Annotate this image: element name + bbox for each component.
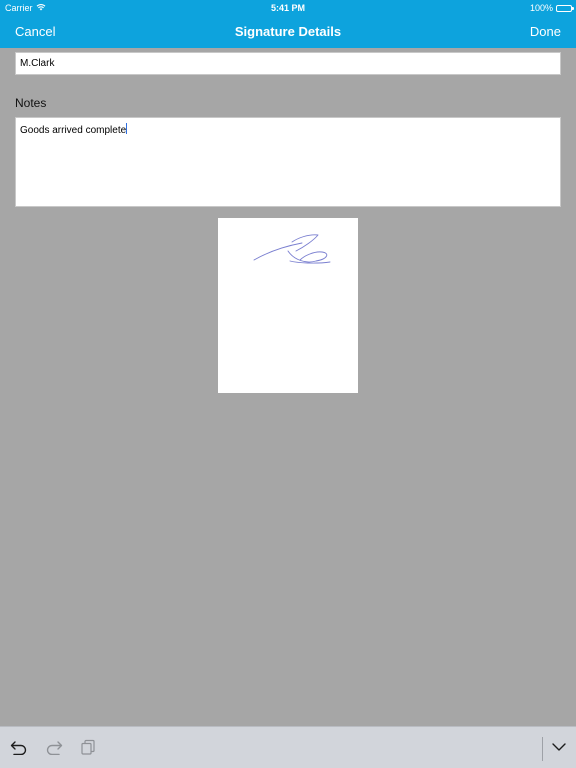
signature-image <box>218 218 358 393</box>
notes-text: Goods arrived complete <box>20 125 127 136</box>
signature-drawing <box>253 234 331 264</box>
notes-label: Notes <box>15 96 47 110</box>
chevron-down-icon <box>551 740 567 758</box>
paste-button[interactable] <box>77 739 99 759</box>
page-title: Signature Details <box>234 24 342 39</box>
toolbar-divider <box>542 737 543 761</box>
redo-icon <box>45 739 63 760</box>
paste-icon <box>80 739 96 760</box>
battery-indicator: 100% <box>529 3 574 13</box>
notes-textarea[interactable]: Goods arrived complete <box>15 117 561 207</box>
battery-icon <box>556 4 574 12</box>
redo-button[interactable] <box>43 739 65 759</box>
text-cursor <box>126 123 128 134</box>
status-time: 5:41 PM <box>270 3 305 13</box>
dismiss-keyboard-button[interactable] <box>548 739 570 759</box>
undo-button[interactable] <box>8 739 30 759</box>
status-bar: Carrier 5:41 PM 100% <box>0 0 576 16</box>
keyboard-shortcut-bar <box>0 726 576 768</box>
done-button[interactable]: Done <box>530 24 561 39</box>
battery-percent: 100% <box>529 3 553 13</box>
signer-name-field[interactable]: M.Clark <box>15 52 561 75</box>
navigation-bar: Cancel Signature Details Done <box>0 16 576 48</box>
undo-icon <box>10 739 28 760</box>
